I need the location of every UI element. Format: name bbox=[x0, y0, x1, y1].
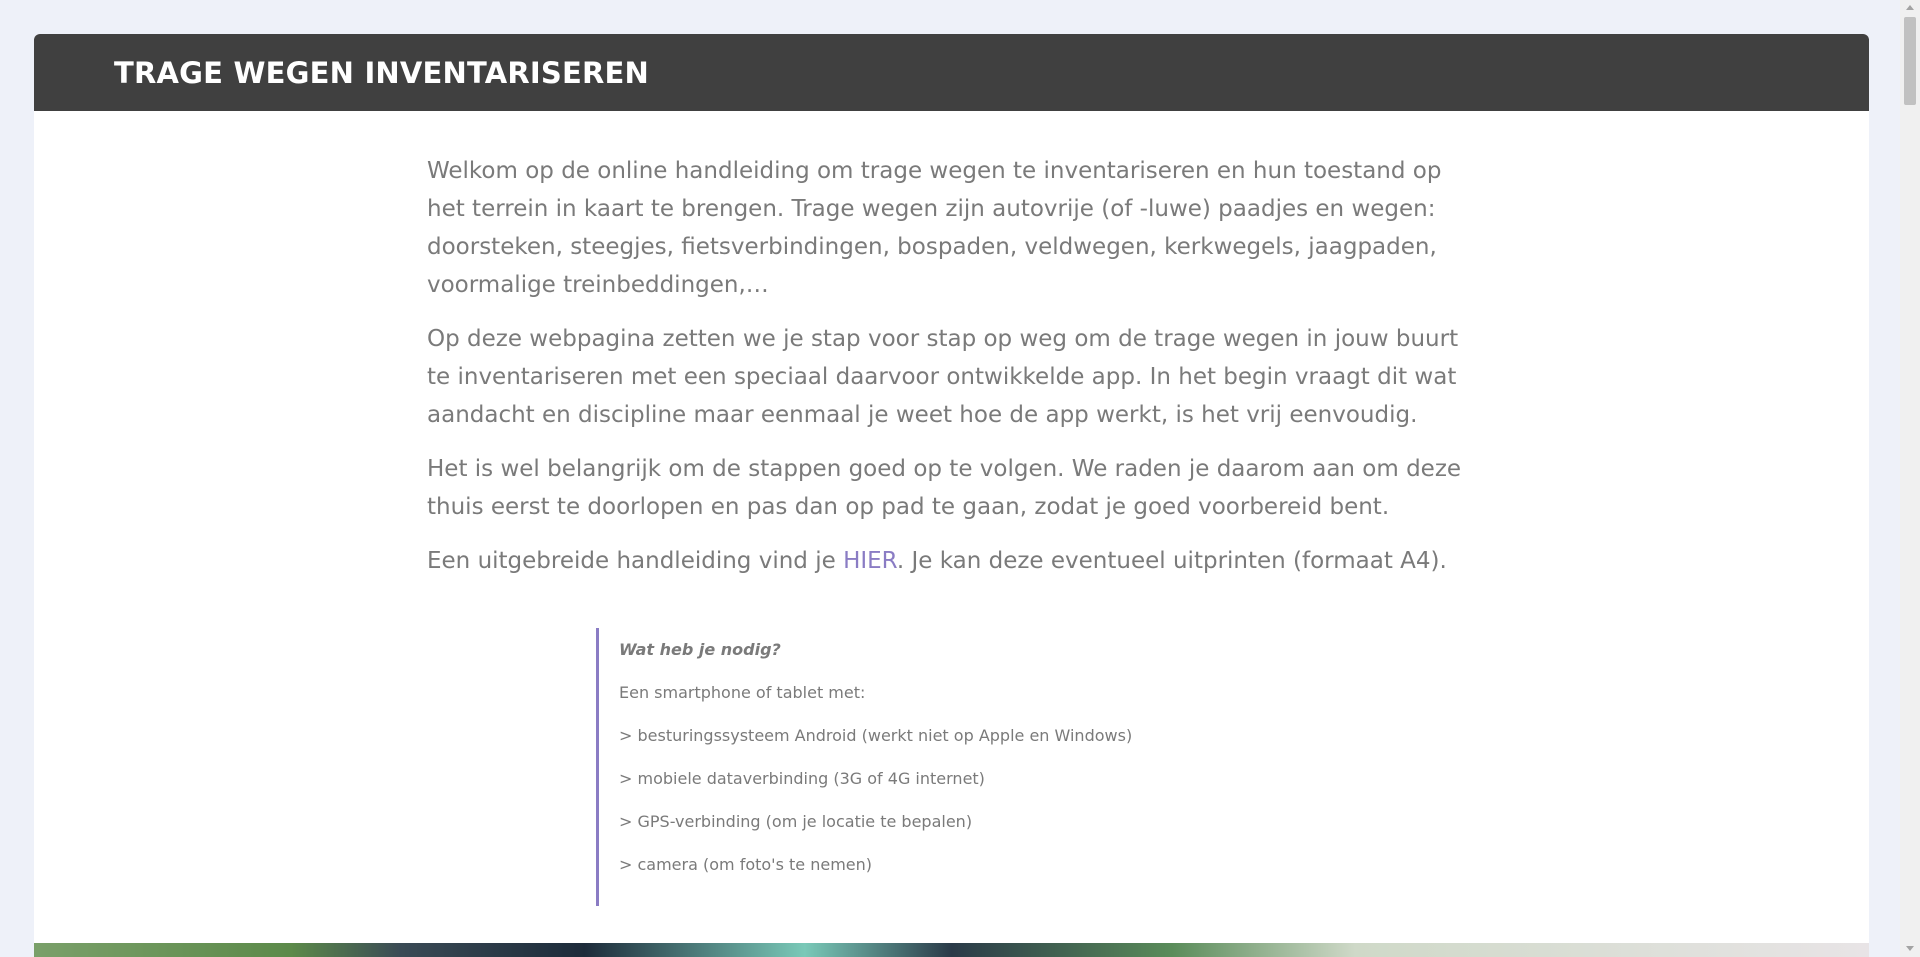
manual-link[interactable]: HIER bbox=[843, 548, 897, 574]
requirements-title: Wat heb je nodig? bbox=[619, 640, 781, 659]
hero-image bbox=[34, 943, 1869, 957]
intro-content: Welkom op de online handleiding om trage… bbox=[427, 152, 1467, 596]
requirement-item: > GPS-verbinding (om je locatie te bepal… bbox=[619, 812, 973, 831]
scroll-down-icon[interactable] bbox=[1906, 946, 1914, 951]
requirement-item: > mobiele dataverbinding (3G of 4G inter… bbox=[619, 769, 985, 788]
requirements-blockquote: Wat heb je nodig? Een smartphone of tabl… bbox=[596, 628, 1196, 906]
requirements-subtitle: Een smartphone of tablet met: bbox=[619, 683, 866, 702]
manual-text-after: . Je kan deze eventueel uitprinten (form… bbox=[896, 548, 1447, 574]
requirement-item: > besturingssysteem Android (werkt niet … bbox=[619, 726, 1133, 745]
page-scrollbar[interactable] bbox=[1900, 0, 1920, 957]
page-header: TRAGE WEGEN INVENTARISEREN bbox=[34, 34, 1869, 111]
page-title: TRAGE WEGEN INVENTARISEREN bbox=[114, 55, 650, 90]
scroll-up-icon[interactable] bbox=[1906, 5, 1914, 10]
intro-paragraph-4: Een uitgebreide handleiding vind je HIER… bbox=[427, 542, 1467, 580]
intro-paragraph-1: Welkom op de online handleiding om trage… bbox=[427, 158, 1442, 298]
requirement-item: > camera (om foto's te nemen) bbox=[619, 855, 872, 874]
scrollbar-thumb[interactable] bbox=[1904, 17, 1916, 105]
intro-paragraph-2: Op deze webpagina zetten we je stap voor… bbox=[427, 326, 1459, 428]
page-container: TRAGE WEGEN INVENTARISEREN Welkom op de … bbox=[34, 34, 1869, 957]
manual-text-before: Een uitgebreide handleiding vind je bbox=[427, 548, 844, 574]
intro-paragraph-3: Het is wel belangrijk om de stappen goed… bbox=[427, 456, 1462, 520]
